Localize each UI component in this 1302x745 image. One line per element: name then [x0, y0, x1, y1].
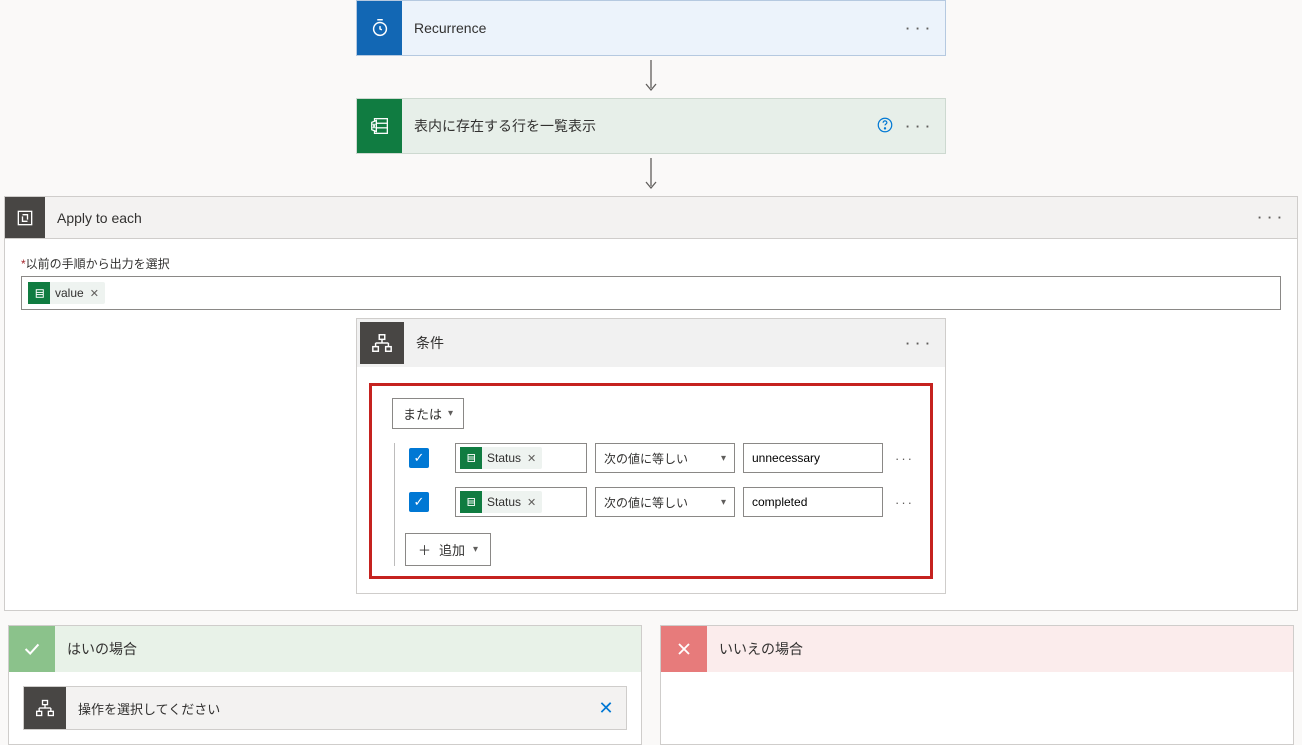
select-operation-label: 操作を選択してください [66, 687, 586, 729]
foreach-header[interactable]: Apply to each · · · [5, 197, 1297, 239]
check-icon [9, 626, 55, 672]
excel-action-actions: · · · [862, 116, 945, 137]
token-label: value [50, 286, 90, 300]
chevron-down-icon: ▾ [721, 453, 726, 464]
condition-row: ✓ Status ✕ 次の値 [405, 443, 920, 473]
condition-highlight: または ▾ ✓ Status [369, 383, 933, 579]
help-icon[interactable] [876, 116, 894, 137]
excel-action-card[interactable]: 表内に存在する行を一覧表示 · · · [356, 98, 946, 154]
condition-icon [360, 322, 404, 364]
add-label: 追加 [439, 540, 465, 559]
excel-icon [357, 99, 402, 153]
foreach-card: Apply to each · · · *以前の手順から出力を選択 value … [4, 196, 1298, 611]
token-label: Status [482, 451, 527, 465]
excel-icon [460, 491, 482, 513]
row-checkbox[interactable]: ✓ [409, 448, 429, 468]
branch-no-header[interactable]: いいえの場合 [661, 626, 1293, 672]
branch-no-title: いいえの場合 [707, 639, 815, 659]
value-input[interactable] [743, 487, 883, 517]
prev-output-label: *以前の手順から出力を選択 [21, 255, 1281, 272]
excel-icon [460, 447, 482, 469]
token-remove[interactable]: ✕ [527, 496, 542, 509]
chevron-down-icon: ▾ [448, 408, 453, 419]
condition-header[interactable]: 条件 · · · [357, 319, 945, 367]
more-icon[interactable]: · · · [906, 119, 931, 134]
add-row-button[interactable]: ＋ 追加 ▾ [405, 533, 491, 566]
trigger-actions: · · · [892, 21, 945, 36]
token-status[interactable]: Status ✕ [460, 491, 542, 513]
arrow-connector [642, 154, 660, 196]
chevron-down-icon: ▾ [473, 544, 478, 555]
field-input[interactable]: Status ✕ [455, 443, 587, 473]
foreach-title: Apply to each [45, 210, 1244, 226]
token-label: Status [482, 495, 527, 509]
operator-select[interactable]: 次の値に等しい ▾ [595, 443, 735, 473]
excel-icon [28, 282, 50, 304]
condition-card: 条件 · · · または ▾ ✓ [356, 318, 946, 594]
token-remove[interactable]: ✕ [527, 452, 542, 465]
value-input[interactable] [743, 443, 883, 473]
clock-icon [357, 1, 402, 55]
close-icon[interactable]: ✕ [586, 687, 626, 729]
branch-no: いいえの場合 [660, 625, 1294, 745]
token-status[interactable]: Status ✕ [460, 447, 542, 469]
token-value[interactable]: value ✕ [28, 282, 105, 304]
operator-label: 次の値に等しい [604, 494, 688, 511]
condition-title: 条件 [404, 333, 892, 353]
row-more-icon[interactable]: ··· [891, 495, 918, 510]
x-icon [661, 626, 707, 672]
condition-row: ✓ Status ✕ 次の値 [405, 487, 920, 517]
branch-yes: はいの場合 操作を選択してください ✕ [8, 625, 642, 745]
loop-icon [5, 197, 45, 238]
token-remove[interactable]: ✕ [90, 287, 105, 300]
trigger-card[interactable]: Recurrence · · · [356, 0, 946, 56]
row-checkbox[interactable]: ✓ [409, 492, 429, 512]
operator-label: 次の値に等しい [604, 450, 688, 467]
group-operator-button[interactable]: または ▾ [392, 398, 464, 429]
group-operator-label: または [403, 404, 442, 423]
plus-icon: ＋ [418, 540, 431, 559]
row-more-icon[interactable]: ··· [891, 451, 918, 466]
branches: はいの場合 操作を選択してください ✕ いいえの場合 [4, 625, 1298, 745]
branch-yes-title: はいの場合 [55, 639, 149, 659]
more-icon[interactable]: · · · [906, 336, 931, 351]
prev-output-input[interactable]: value ✕ [21, 276, 1281, 310]
more-icon[interactable]: · · · [1258, 210, 1283, 225]
condition-icon [24, 687, 66, 729]
field-input[interactable]: Status ✕ [455, 487, 587, 517]
operator-select[interactable]: 次の値に等しい ▾ [595, 487, 735, 517]
excel-action-title: 表内に存在する行を一覧表示 [402, 116, 862, 136]
foreach-actions: · · · [1244, 210, 1297, 225]
select-operation-card[interactable]: 操作を選択してください ✕ [23, 686, 627, 730]
arrow-connector [642, 56, 660, 98]
branch-yes-header[interactable]: はいの場合 [9, 626, 641, 672]
trigger-title: Recurrence [402, 20, 892, 36]
chevron-down-icon: ▾ [721, 497, 726, 508]
more-icon[interactable]: · · · [906, 21, 931, 36]
